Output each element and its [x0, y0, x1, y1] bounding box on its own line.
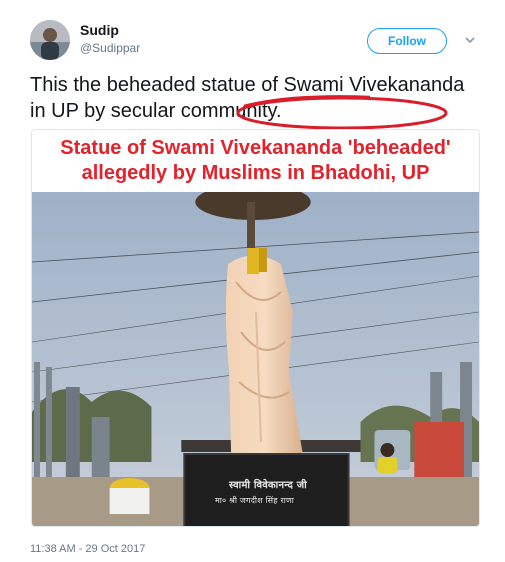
- tweet-timestamp[interactable]: 11:38 AM - 29 Oct 2017: [30, 543, 145, 555]
- plaque-name: मा० श्री जगदीश सिंह राणा: [215, 496, 295, 505]
- tweet-text-circled: secular community.: [110, 100, 282, 122]
- headline-line-2: allegedly by Muslims in Bhadohi, UP: [81, 162, 430, 184]
- media-headline: Statue of Swami Vivekananda 'beheaded' a…: [32, 130, 479, 192]
- avatar[interactable]: [30, 20, 70, 60]
- headline-line-1: Statue of Swami Vivekananda 'beheaded': [60, 137, 451, 159]
- author-name[interactable]: Sudip: [80, 22, 119, 38]
- chevron-down-icon[interactable]: [463, 33, 477, 47]
- plaque-title: स्वामी विवेकानन्द जी: [229, 480, 307, 491]
- tweet-text: This the beheaded statue of Swami Viveka…: [30, 72, 470, 124]
- follow-button[interactable]: Follow: [367, 28, 447, 54]
- avatar-photo: [30, 20, 70, 60]
- author-handle[interactable]: @Sudippar: [80, 41, 140, 55]
- tweet-media[interactable]: Statue of Swami Vivekananda 'beheaded' a…: [31, 129, 480, 527]
